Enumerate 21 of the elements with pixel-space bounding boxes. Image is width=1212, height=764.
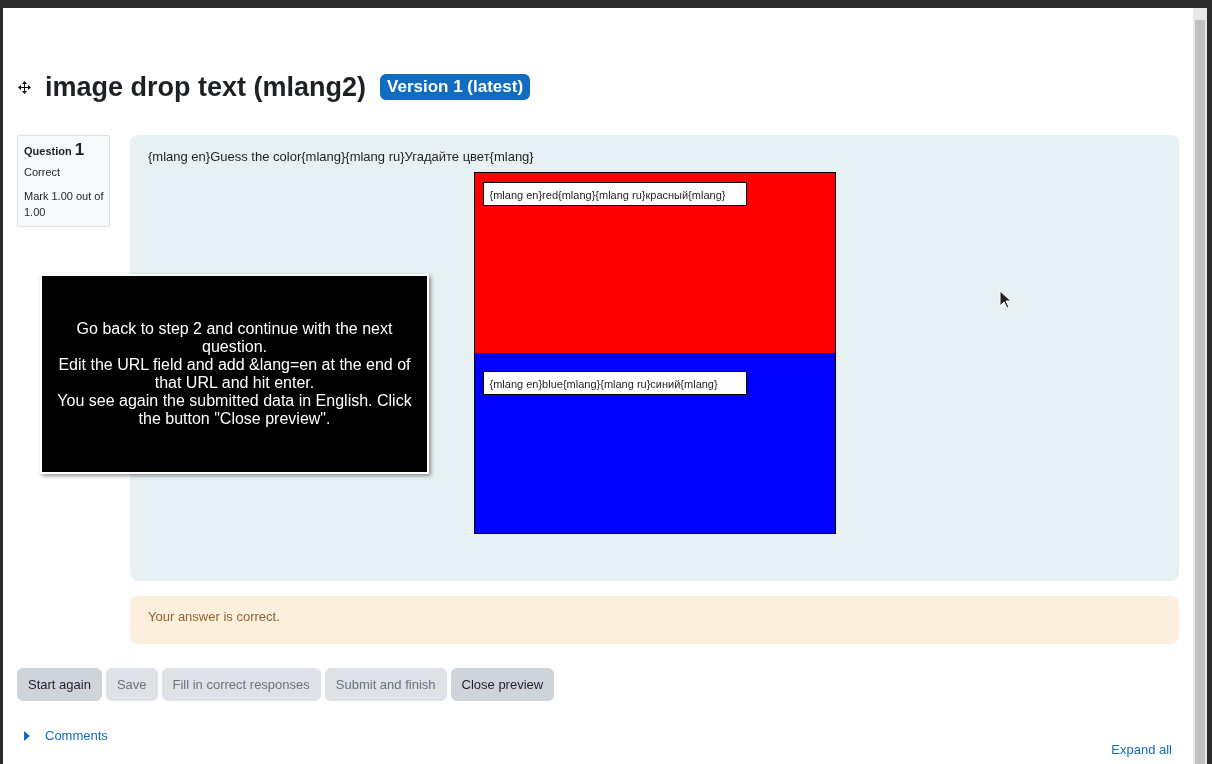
version-badge: Version 1 (latest) (380, 74, 531, 100)
move-icon[interactable] (18, 80, 31, 94)
action-button[interactable]: Start again (17, 668, 102, 701)
question-state: Correct (24, 166, 62, 178)
caret-icon[interactable] (24, 730, 30, 741)
question-number: 1 (74, 140, 85, 159)
drop-zone-label[interactable]: {mlang en}red{mlang}{mlang ru}красный{mlang} (482, 182, 747, 206)
action-button[interactable]: Close preview (450, 668, 555, 701)
scrollbar[interactable] (1193, 8, 1207, 764)
tooltip-text: You see again the submitted data in English. Click the button "Close preview". (56, 392, 413, 428)
question-label: Question (24, 145, 72, 157)
question-text: {mlang en}Guess the color{mlang}{mlang ru}Угадайте цвет{mlang} (147, 148, 535, 164)
tooltip-text: Go back to step 2 and continue with the next question. (75, 320, 394, 356)
pointer-cursor-icon (999, 290, 1011, 309)
comments-link[interactable]: Comments (45, 728, 108, 743)
feedback-message: Your answer is correct. (130, 596, 1179, 644)
expand-all-link[interactable]: Expand all (1111, 743, 1172, 757)
question-mark: Mark 1.00 out of 1.00 (24, 189, 105, 220)
page-title: image drop text (mlang2) (45, 71, 367, 103)
tooltip-text: Edit the URL field and add &lang=en at the end of that URL and hit enter. (57, 356, 412, 392)
drop-zone-label[interactable]: {mlang en}blue{mlang}{mlang ru}синий{mlang} (482, 371, 747, 395)
